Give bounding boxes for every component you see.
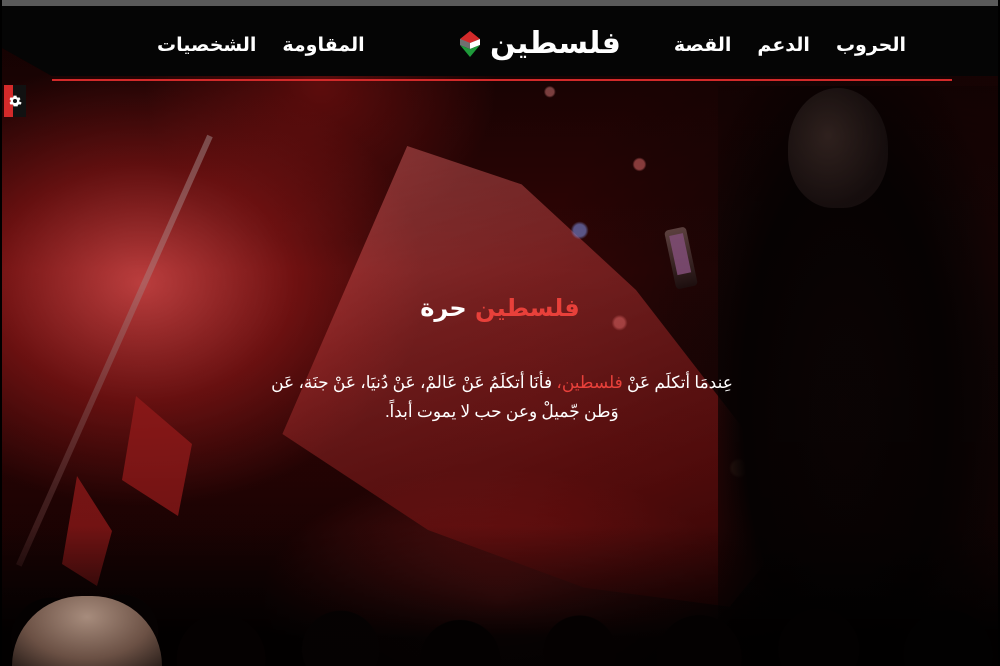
gear-icon bbox=[8, 94, 22, 108]
nav-link-support[interactable]: الدعم bbox=[757, 34, 810, 56]
hero-text-accent: فلسطين، bbox=[556, 373, 623, 392]
hero-title: فلسطين حرة bbox=[2, 294, 998, 322]
hero-overlay bbox=[2, 6, 998, 666]
nav-link-story[interactable]: القصة bbox=[674, 34, 732, 56]
nav-link-figures[interactable]: الشخصيات bbox=[157, 34, 256, 56]
hero-description: عِندمَا أتكلَم عَنْ فلسطين، فأنَا أتكلَم… bbox=[252, 368, 752, 426]
page-frame: الحروب الدعم القصة فلسطين المقاومة الشخص… bbox=[2, 0, 998, 666]
hero-title-accent: فلسطين bbox=[475, 294, 580, 323]
palestine-flag-icon bbox=[460, 30, 480, 57]
brand[interactable]: فلسطين bbox=[460, 26, 621, 61]
nav-link-resistance[interactable]: المقاومة bbox=[282, 34, 364, 56]
site-header: الحروب الدعم القصة فلسطين المقاومة الشخص… bbox=[2, 6, 998, 81]
settings-button[interactable] bbox=[4, 85, 26, 117]
nav-left: المقاومة الشخصيات bbox=[157, 34, 365, 56]
nav-link-wars[interactable]: الحروب bbox=[836, 34, 906, 56]
nav-right: الحروب الدعم القصة bbox=[674, 34, 906, 56]
hero-text-part1: عِندمَا أتكلَم عَنْ bbox=[622, 373, 733, 392]
header-divider bbox=[52, 79, 952, 81]
brand-title: فلسطين bbox=[490, 26, 621, 61]
hero-title-rest: حرة bbox=[420, 294, 467, 323]
